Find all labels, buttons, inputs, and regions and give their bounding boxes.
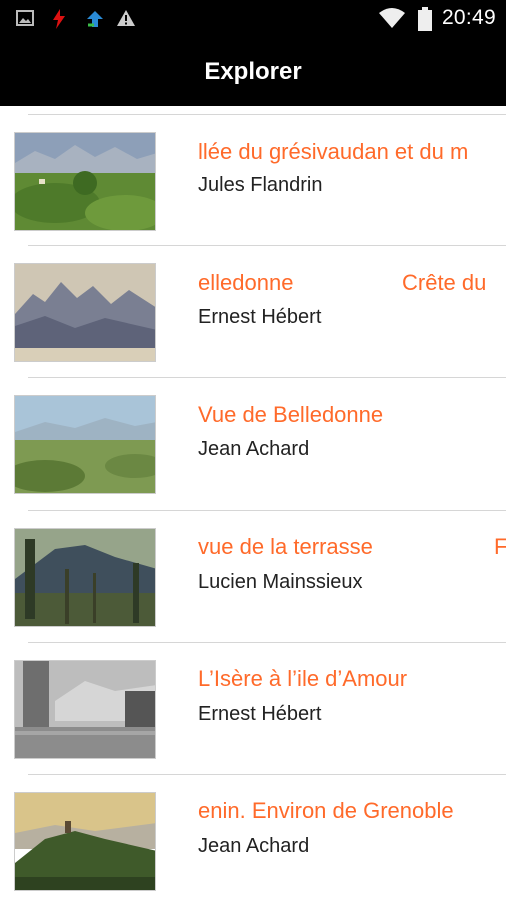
artwork-title: Vue de Belledonne [198,402,384,427]
battery-icon [418,7,432,35]
page-title: Explorer [204,58,302,85]
list-item[interactable]: Vue de Belledonne Jean Achard [0,378,506,510]
clock: 20:49 [441,6,496,29]
title-clip: llée du grésivaudan et du m [198,139,506,169]
artwork-artist: Ernest Hébert [198,306,322,328]
upload-icon [84,9,106,33]
wifi-icon [378,7,406,33]
flash-icon [51,9,67,33]
image-icon [16,9,34,31]
artwork-artist: Jules Flandrin [198,174,323,196]
list-item[interactable]: elledonne Crête du Ernest Hébert [0,246,506,378]
title-clip: Vue de Belledonne [198,402,506,432]
artwork-thumbnail [14,132,156,231]
artwork-thumbnail [14,660,156,759]
title-clip: vue de la terrasse F [198,534,506,564]
artwork-artist: Lucien Mainssieux [198,571,363,593]
app-bar: Explorer [0,38,506,106]
artwork-title: L’Isère à l’ile d’Amour [198,666,408,691]
artwork-artist: Ernest Hébert [198,703,322,725]
artwork-artist: Jean Achard [198,438,310,460]
artwork-title-next: Crête du [402,270,487,295]
title-clip: elledonne Crête du [198,270,506,300]
artwork-thumbnail [14,263,156,362]
list-item[interactable]: llée du grésivaudan et du m Jules Flandr… [0,114,506,246]
artwork-title: enin. Environ de Grenoble [198,798,454,823]
artwork-title: elledonne [198,270,294,295]
artwork-artist: Jean Achard [198,835,310,857]
artwork-title: llée du grésivaudan et du m [198,139,469,164]
title-clip: enin. Environ de Grenoble [198,798,506,828]
artwork-title: vue de la terrasse [198,534,373,559]
artwork-thumbnail [14,395,156,494]
artwork-thumbnail [14,792,156,891]
list-item[interactable]: enin. Environ de Grenoble Jean Achard [0,775,506,900]
list-item[interactable]: L’Isère à l’ile d’Amour Ernest Hébert [0,643,506,775]
artwork-thumbnail [14,528,156,627]
warning-icon [116,9,136,31]
list-item[interactable]: vue de la terrasse F Lucien Mainssieux [0,511,506,643]
artwork-title-next: F [494,534,506,559]
artwork-list[interactable]: llée du grésivaudan et du m Jules Flandr… [0,106,506,900]
title-clip: L’Isère à l’ile d’Amour [198,666,506,696]
status-bar: 20:49 [0,0,506,38]
